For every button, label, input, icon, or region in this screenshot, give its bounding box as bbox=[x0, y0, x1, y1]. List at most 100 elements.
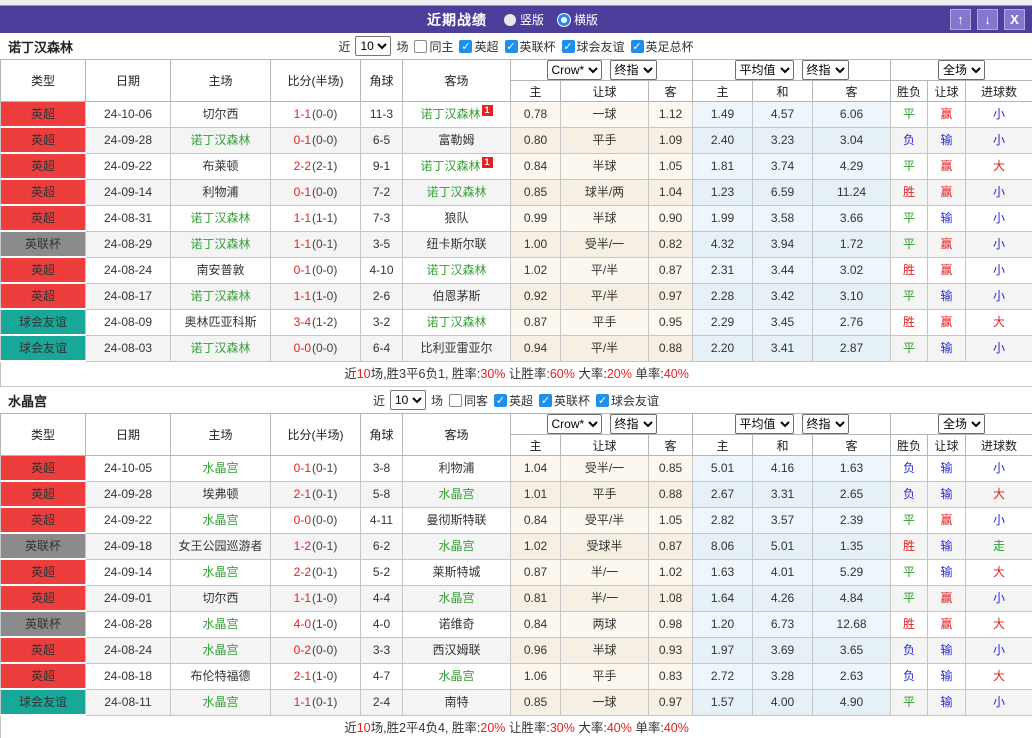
avg-odds-draw: 4.57 bbox=[752, 101, 814, 128]
bookmaker-select[interactable]: Crow* bbox=[546, 414, 602, 434]
average-select[interactable]: 平均值 bbox=[734, 60, 794, 80]
league-checkbox[interactable]: ✓ 球会友谊 bbox=[596, 392, 659, 409]
avg-odds-home: 1.23 bbox=[692, 178, 754, 206]
score: 0-2(0-0) bbox=[270, 636, 361, 664]
checked-checkbox-icon[interactable]: ✓ bbox=[459, 39, 473, 53]
final-odds-select[interactable]: 终指 bbox=[801, 414, 849, 434]
match-type-badge: 英超 bbox=[0, 127, 86, 154]
same-side-checkbox[interactable]: 同客 bbox=[448, 392, 488, 409]
sub-column-header: 进球数 bbox=[965, 434, 1032, 456]
checked-checkbox-icon[interactable]: ✓ bbox=[630, 39, 644, 53]
match-count-select[interactable]: 10 bbox=[389, 390, 426, 410]
period-select[interactable]: 全场 bbox=[938, 60, 986, 80]
team-label: 南安普敦 bbox=[196, 263, 245, 277]
unchecked-checkbox-icon[interactable] bbox=[414, 39, 428, 53]
team-bar: 水晶宫近 10 场同客 ✓ 英超 ✓ 英联杯 ✓ 球会友谊 bbox=[0, 387, 1032, 413]
avg-odds-draw: 3.23 bbox=[752, 126, 814, 154]
handicap-odds-away: 0.97 bbox=[647, 688, 694, 716]
handicap-odds-home: 0.85 bbox=[510, 178, 561, 206]
avg-odds-away: 12.68 bbox=[812, 610, 892, 638]
checked-checkbox-icon[interactable]: ✓ bbox=[596, 393, 610, 407]
fulltime-score: 1-1 bbox=[293, 237, 311, 251]
fulltime-score: 1-1 bbox=[293, 107, 311, 122]
home-team: 水晶宫 bbox=[170, 688, 271, 716]
team-label: 西汉姆联 bbox=[432, 643, 481, 657]
halftime-score: (0-1) bbox=[312, 695, 338, 709]
score: 0-0(0-0) bbox=[270, 334, 361, 362]
team-label: 水晶宫 bbox=[438, 539, 475, 553]
team-label: 诺丁汉森林 bbox=[426, 315, 487, 329]
checked-checkbox-icon[interactable]: ✓ bbox=[494, 393, 507, 407]
final-odds-select[interactable]: 终指 bbox=[801, 60, 849, 80]
checked-checkbox-icon[interactable]: ✓ bbox=[539, 393, 553, 407]
sub-column-header: 让球 bbox=[927, 80, 967, 102]
league-checkbox[interactable]: ✓ 英超 bbox=[494, 392, 533, 409]
handicap-odds-home: 1.00 bbox=[510, 230, 561, 258]
avg-odds-away: 4.84 bbox=[812, 584, 892, 612]
away-team: 利物浦 bbox=[402, 455, 511, 482]
result-outcome: 平 bbox=[890, 558, 929, 586]
same-side-checkbox[interactable]: 同主 bbox=[414, 38, 453, 55]
checked-checkbox-icon[interactable]: ✓ bbox=[504, 39, 518, 53]
result-handicap: 赢 bbox=[927, 178, 967, 206]
team-label: 诺丁汉森林 bbox=[190, 289, 251, 303]
team-label: 纽卡斯尔联 bbox=[426, 237, 487, 251]
summary-segment: 60% bbox=[549, 367, 575, 381]
period-select[interactable]: 全场 bbox=[938, 414, 986, 434]
result-handicap: 输 bbox=[927, 204, 967, 232]
handicap-odds-home: 0.84 bbox=[510, 152, 561, 180]
final-odds-select[interactable]: 终指 bbox=[609, 60, 657, 80]
scroll-down-button[interactable]: ↓ bbox=[977, 9, 998, 30]
league-checkbox[interactable]: ✓ 英超 bbox=[459, 38, 499, 55]
handicap-odds-away: 1.12 bbox=[647, 101, 694, 128]
layout-option-vertical[interactable]: 竖版 bbox=[503, 11, 544, 28]
score: 0-1(0-0) bbox=[270, 126, 361, 154]
match-date: 24-09-22 bbox=[85, 152, 171, 180]
odds-group-header: Crow* 终指 bbox=[509, 413, 694, 435]
league-checkbox[interactable]: ✓ 英足总杯 bbox=[630, 38, 694, 55]
layout-option-horizontal[interactable]: 横版 bbox=[558, 11, 598, 28]
avg-odds-home: 2.20 bbox=[692, 334, 754, 362]
average-select[interactable]: 平均值 bbox=[734, 414, 794, 434]
checkbox-label: 英超 bbox=[509, 393, 534, 408]
team-label: 水晶宫 bbox=[202, 565, 239, 579]
bookmaker-select[interactable]: Crow* bbox=[546, 60, 602, 80]
match-type-badge: 英超 bbox=[0, 283, 86, 310]
league-checkbox[interactable]: ✓ 英联杯 bbox=[504, 38, 556, 55]
red-card-badge: 1 bbox=[481, 105, 493, 117]
match-date: 24-09-28 bbox=[85, 480, 171, 508]
unchecked-checkbox-icon[interactable] bbox=[448, 393, 462, 407]
match-date: 24-08-24 bbox=[85, 256, 171, 284]
final-odds-select[interactable]: 终指 bbox=[609, 414, 657, 434]
score: 0-1(0-1) bbox=[270, 455, 361, 482]
avg-odds-home: 2.29 bbox=[692, 308, 754, 336]
league-checkbox[interactable]: ✓ 英联杯 bbox=[539, 392, 590, 409]
radio-selected-icon[interactable] bbox=[503, 13, 516, 26]
red-card-badge: 1 bbox=[481, 157, 493, 168]
match-type-badge: 球会友谊 bbox=[0, 689, 86, 716]
result-outcome: 负 bbox=[890, 480, 929, 508]
radio-unselected-icon[interactable] bbox=[558, 13, 570, 26]
scroll-up-button[interactable]: ↑ bbox=[950, 9, 971, 30]
near-label: 近 bbox=[372, 393, 385, 408]
match-count-select[interactable]: 10 bbox=[355, 36, 392, 56]
handicap-odds-away: 1.09 bbox=[647, 126, 694, 154]
halftime-score: (0-0) bbox=[312, 513, 338, 527]
corner-score: 4-11 bbox=[360, 506, 403, 534]
close-button[interactable]: X bbox=[1004, 9, 1025, 30]
result-handicap: 赢 bbox=[927, 101, 967, 128]
match-date: 24-08-17 bbox=[85, 282, 171, 310]
result-goals: 小 bbox=[965, 126, 1032, 154]
team-label: 诺丁汉森林 bbox=[426, 263, 487, 277]
odds-group-header: 平均值 终指 bbox=[692, 59, 892, 81]
score: 1-1(0-1) bbox=[270, 230, 361, 258]
checked-checkbox-icon[interactable]: ✓ bbox=[561, 39, 575, 53]
score: 1-2(0-1) bbox=[270, 532, 361, 560]
team-label: 曼彻斯特联 bbox=[426, 513, 487, 527]
league-checkbox[interactable]: ✓ 球会友谊 bbox=[561, 38, 625, 55]
handicap-line: 平手 bbox=[560, 480, 649, 508]
corner-score: 4-0 bbox=[360, 610, 403, 638]
radio-label-vertical: 竖版 bbox=[519, 13, 544, 27]
avg-odds-draw: 3.42 bbox=[752, 282, 814, 310]
avg-odds-away: 2.76 bbox=[812, 308, 892, 336]
